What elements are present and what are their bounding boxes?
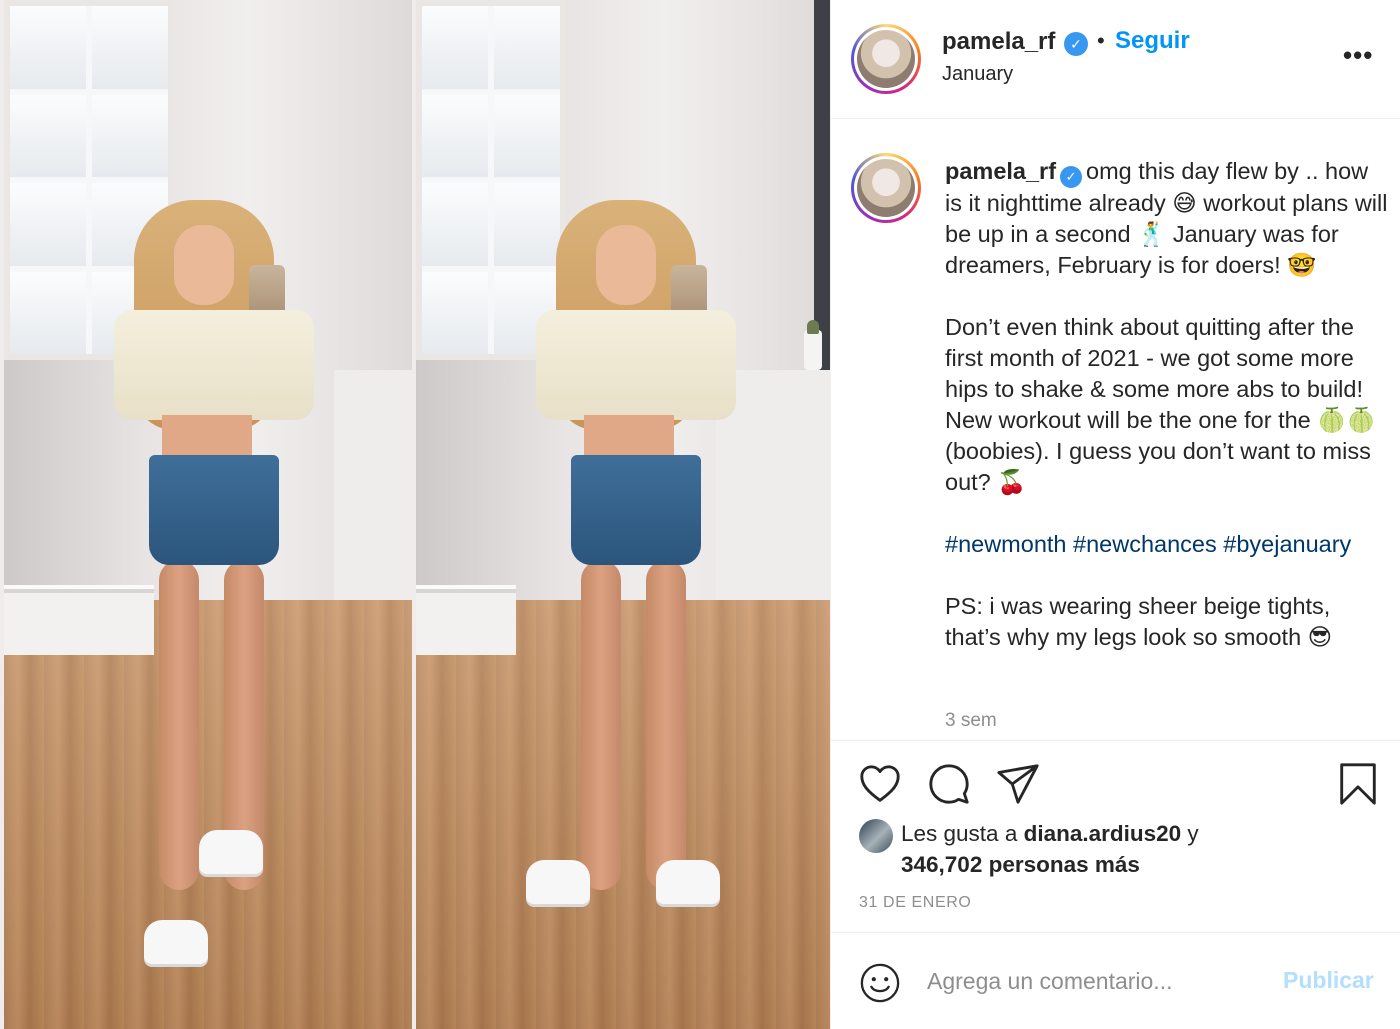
photo-dark-window — [814, 0, 830, 370]
more-options-icon[interactable]: ••• — [1343, 40, 1373, 71]
photo-cactus — [804, 320, 822, 370]
comment-input[interactable] — [927, 961, 1267, 1001]
bookmark-icon[interactable] — [1335, 761, 1381, 807]
publish-button[interactable]: Publicar — [1283, 967, 1374, 994]
paper-plane-icon[interactable] — [995, 761, 1041, 807]
post-actions: Les gusta a diana.ardius20 y 346,702 per… — [831, 740, 1400, 932]
verified-badge-icon: ✓ — [1060, 166, 1083, 188]
follow-button[interactable]: Seguir — [1115, 27, 1190, 55]
photo-person — [526, 200, 746, 940]
comment-form: Publicar — [831, 932, 1400, 1029]
photo-sill — [334, 370, 412, 610]
post-header: pamela_rf ✓ • Seguir January ••• — [831, 0, 1400, 119]
likes-summary: Les gusta a diana.ardius20 y 346,702 per… — [901, 818, 1381, 880]
caption-time-ago[interactable]: 3 sem — [945, 710, 997, 732]
caption-author-avatar[interactable] — [851, 153, 921, 223]
separator-dot: • — [1097, 28, 1105, 53]
photo-person — [104, 200, 324, 1020]
heart-icon[interactable] — [857, 761, 903, 807]
likes-conjunction: y — [1181, 821, 1199, 846]
caption-username[interactable]: pamela_rf — [945, 158, 1056, 184]
caption-text: pamela_rf ✓ omg this day flew by .. how is… — [945, 156, 1389, 684]
author-avatar[interactable] — [851, 24, 921, 94]
post-photo-back — [416, 0, 830, 1029]
likes-count-link[interactable]: 346,702 personas más — [901, 852, 1140, 877]
post-date[interactable]: 31 DE ENERO — [859, 894, 971, 912]
comment-icon[interactable] — [926, 761, 972, 807]
post-location[interactable]: January — [942, 63, 1013, 86]
caption-section: pamela_rf ✓ omg this day flew by .. how is… — [831, 120, 1400, 740]
emoji-smile-icon[interactable] — [859, 962, 901, 1004]
liker-username[interactable]: diana.ardius20 — [1024, 821, 1182, 846]
verified-badge-icon: ✓ — [1064, 32, 1088, 56]
post-photo-front — [4, 0, 412, 1029]
liker-avatar[interactable] — [859, 819, 893, 853]
photo-bench — [416, 585, 516, 655]
post-side-panel: pamela_rf ✓ • Seguir January ••• pamela_… — [830, 0, 1400, 1029]
caption-paragraph-2: Don’t even think about quitting after th… — [945, 314, 1376, 495]
likes-prefix: Les gusta a — [901, 821, 1024, 846]
caption-hashtags[interactable]: #newmonth #newchances #byejanuary — [945, 529, 1389, 560]
author-username[interactable]: pamela_rf — [942, 28, 1055, 56]
caption-paragraph-3: PS: i was wearing sheer beige tights, th… — [945, 593, 1333, 650]
post-media[interactable] — [0, 0, 830, 1029]
